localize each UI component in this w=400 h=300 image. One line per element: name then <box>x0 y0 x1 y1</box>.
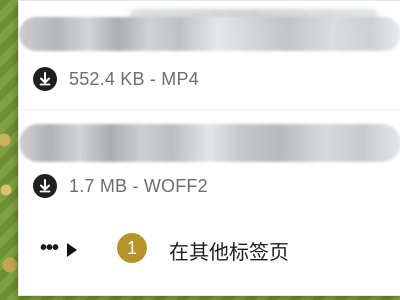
other-tabs-label[interactable]: 在其他标签页 <box>169 236 289 265</box>
download-item[interactable]: 552.4 KB - MP4 <box>19 1 400 109</box>
download-size-type: 552.4 KB - MP4 <box>69 68 199 89</box>
blurred-filename <box>19 124 400 162</box>
play-triangle-icon <box>67 243 77 257</box>
more-button[interactable]: ••• <box>27 219 91 281</box>
download-meta: 552.4 KB - MP4 <box>33 67 199 91</box>
other-tabs-count-badge: 1 <box>117 233 147 263</box>
download-size-type: 1.7 MB - WOFF2 <box>69 175 208 196</box>
download-meta: 1.7 MB - WOFF2 <box>33 174 208 198</box>
download-item[interactable]: 1.7 MB - WOFF2 <box>19 109 400 206</box>
downloads-panel: 552.4 KB - MP4 1.7 MB - WOFF2 ••• 1 在其他标… <box>18 0 400 296</box>
downloads-footer: ••• 1 在其他标签页 <box>19 213 400 283</box>
ellipsis-icon: ••• <box>39 237 59 259</box>
download-icon[interactable] <box>33 174 57 198</box>
download-icon[interactable] <box>33 67 57 91</box>
blurred-filename <box>19 17 400 51</box>
